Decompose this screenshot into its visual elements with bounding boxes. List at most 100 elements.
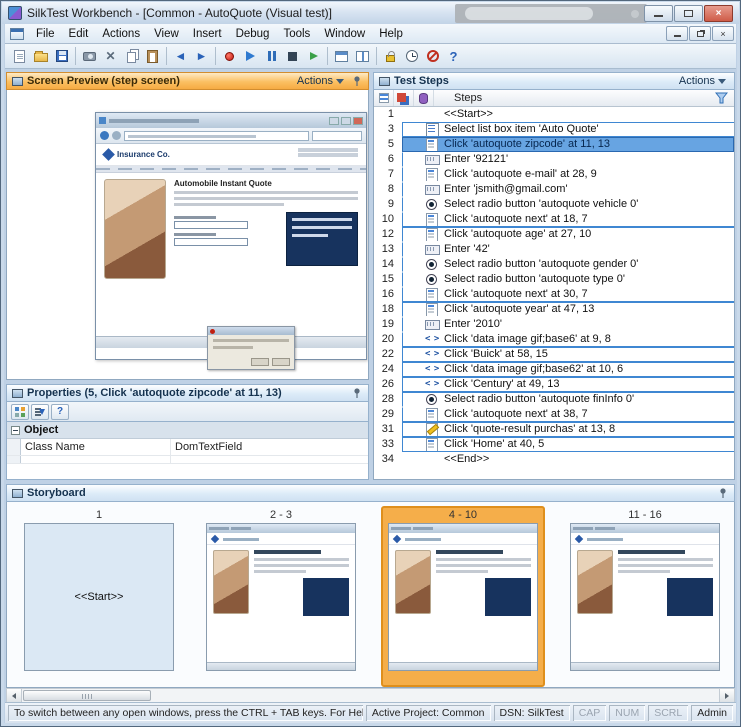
test-step-row[interactable]: 8Enter 'jsmith@gmail.com' xyxy=(374,182,734,197)
redo-button[interactable]: ► xyxy=(191,46,212,67)
lock-button[interactable] xyxy=(380,46,401,67)
screenshot-button[interactable] xyxy=(79,46,100,67)
screen-preview-header[interactable]: Screen Preview (step screen) Actions xyxy=(6,72,369,90)
storyboard-cell[interactable]: 1<<Start>> xyxy=(17,506,181,687)
data-column-icon[interactable] xyxy=(414,90,434,106)
mdi-child-icon[interactable] xyxy=(10,28,24,40)
screen-preview-actions-button[interactable]: Actions xyxy=(294,74,347,88)
test-step-row[interactable]: 22Click 'Buick' at 58, 15 xyxy=(374,347,734,362)
test-step-row[interactable]: 34<<End>> xyxy=(374,452,734,467)
categorized-button[interactable] xyxy=(11,404,29,420)
maximize-button[interactable] xyxy=(674,5,703,22)
test-step-row[interactable]: 3Select list box item 'Auto Quote' xyxy=(374,122,734,137)
copy-button[interactable] xyxy=(121,46,142,67)
storyboard-page-thumbnail[interactable] xyxy=(388,523,538,671)
test-step-row[interactable]: 9Select radio button 'autoquote vehicle … xyxy=(374,197,734,212)
storyboard-start-thumbnail[interactable]: <<Start>> xyxy=(24,523,174,671)
new-button[interactable] xyxy=(9,46,30,67)
mdi-restore-button[interactable] xyxy=(689,26,711,41)
test-step-row[interactable]: 10Click 'autoquote next' at 18, 7 xyxy=(374,212,734,227)
pin-icon[interactable] xyxy=(351,75,363,87)
menu-tools[interactable]: Tools xyxy=(276,26,317,42)
storyboard-cell[interactable]: 11 - 16 xyxy=(563,506,727,687)
rownumber-column-icon[interactable] xyxy=(374,90,394,106)
open-button[interactable] xyxy=(30,46,51,67)
test-step-row[interactable]: 24Click 'data image gif;base62' at 10, 6 xyxy=(374,362,734,377)
test-step-row[interactable]: 26Click 'Century' at 49, 13 xyxy=(374,377,734,392)
edit-step-icon xyxy=(425,423,439,436)
cut-button[interactable]: ✕ xyxy=(100,46,121,67)
scroll-left-button[interactable] xyxy=(7,689,22,702)
test-step-row[interactable]: 18Click 'autoquote year' at 47, 13 xyxy=(374,302,734,317)
test-step-row[interactable]: 12Click 'autoquote age' at 27, 10 xyxy=(374,227,734,242)
property-help-button[interactable]: ? xyxy=(51,404,69,420)
test-step-row[interactable]: 31Click 'quote-result purchas' at 13, 8 xyxy=(374,422,734,437)
property-row[interactable]: Class NameDomTextField xyxy=(7,439,368,456)
test-step-row[interactable]: 33Click 'Home' at 40, 5 xyxy=(374,437,734,452)
mdi-close-button[interactable]: × xyxy=(712,26,734,41)
save-button[interactable] xyxy=(51,46,72,67)
test-step-row[interactable]: 19Enter '2010' xyxy=(374,317,734,332)
window-layout-button[interactable] xyxy=(331,46,352,67)
step-number: 22 xyxy=(374,347,398,362)
scrollbar-thumb[interactable] xyxy=(23,690,151,701)
menu-actions[interactable]: Actions xyxy=(95,26,147,42)
storyboard-scrollbar[interactable] xyxy=(6,688,735,703)
test-step-row[interactable]: 1<<Start>> xyxy=(374,107,734,122)
collapse-icon[interactable] xyxy=(11,426,20,435)
storyboard-cell[interactable]: 4 - 10 xyxy=(381,506,545,687)
steps-column-header[interactable]: Steps xyxy=(374,90,734,107)
storyboard-page-thumbnail[interactable] xyxy=(570,523,720,671)
block-button[interactable] xyxy=(422,46,443,67)
clock-button[interactable] xyxy=(401,46,422,67)
play-button[interactable] xyxy=(240,46,261,67)
menu-edit[interactable]: Edit xyxy=(62,26,96,42)
scroll-right-button[interactable] xyxy=(719,689,734,702)
undo-button[interactable]: ◄ xyxy=(170,46,191,67)
title-bar[interactable]: SilkTest Workbench - [Common - AutoQuote… xyxy=(2,2,739,24)
property-grid[interactable]: Object Class NameDomTextField xyxy=(6,422,369,480)
screenshot-column-icon[interactable] xyxy=(394,90,414,106)
split-layout-button[interactable] xyxy=(352,46,373,67)
test-step-row[interactable]: 13Enter '42' xyxy=(374,242,734,257)
test-step-row[interactable]: 6Enter '92121' xyxy=(374,152,734,167)
property-value[interactable]: DomTextField xyxy=(171,439,368,455)
mini-address-bar xyxy=(124,131,309,141)
filter-funnel-icon[interactable] xyxy=(715,92,728,104)
paste-button[interactable] xyxy=(142,46,163,67)
sort-alphabetical-button[interactable] xyxy=(31,404,49,420)
menu-debug[interactable]: Debug xyxy=(229,26,277,42)
test-step-row[interactable]: 16Click 'autoquote next' at 30, 7 xyxy=(374,287,734,302)
record-dot-icon xyxy=(210,329,215,334)
close-button[interactable]: × xyxy=(704,5,733,22)
properties-header[interactable]: Properties (5, Click 'autoquote zipcode'… xyxy=(6,384,369,402)
minimize-button[interactable] xyxy=(644,5,673,22)
test-step-row[interactable]: 29Click 'autoquote next' at 38, 7 xyxy=(374,407,734,422)
test-step-row[interactable]: 14Select radio button 'autoquote gender … xyxy=(374,257,734,272)
test-step-row[interactable]: 15Select radio button 'autoquote type 0' xyxy=(374,272,734,287)
pin-icon[interactable] xyxy=(717,487,729,499)
screen-preview-body[interactable]: Insurance Co. Automobile Instant Quote xyxy=(6,90,369,380)
stop-button[interactable] xyxy=(282,46,303,67)
test-step-row[interactable]: 5Click 'autoquote zipcode' at 11, 13 xyxy=(374,137,734,152)
menu-file[interactable]: File xyxy=(29,26,62,42)
test-step-row[interactable]: 20Click 'data image gif;base6' at 9, 8 xyxy=(374,332,734,347)
storyboard-page-thumbnail[interactable] xyxy=(206,523,356,671)
menu-window[interactable]: Window xyxy=(317,26,372,42)
pause-button[interactable] xyxy=(261,46,282,67)
pin-icon[interactable] xyxy=(351,387,363,399)
mdi-minimize-button[interactable] xyxy=(666,26,688,41)
record-button[interactable] xyxy=(219,46,240,67)
menu-help[interactable]: Help xyxy=(372,26,410,42)
menu-view[interactable]: View xyxy=(147,26,186,42)
storyboard-cell[interactable]: 2 - 3 xyxy=(199,506,363,687)
test-steps-header[interactable]: Test Steps Actions xyxy=(373,72,735,90)
resume-button[interactable] xyxy=(303,46,324,67)
property-group-row[interactable]: Object xyxy=(7,422,368,439)
menu-insert[interactable]: Insert xyxy=(186,26,229,42)
test-step-row[interactable]: 7Click 'autoquote e-mail' at 28, 9 xyxy=(374,167,734,182)
test-steps-actions-button[interactable]: Actions xyxy=(676,74,729,88)
test-step-row[interactable]: 28Select radio button 'autoquote finInfo… xyxy=(374,392,734,407)
help-button[interactable]: ? xyxy=(443,46,464,67)
storyboard-header[interactable]: Storyboard xyxy=(6,484,735,502)
